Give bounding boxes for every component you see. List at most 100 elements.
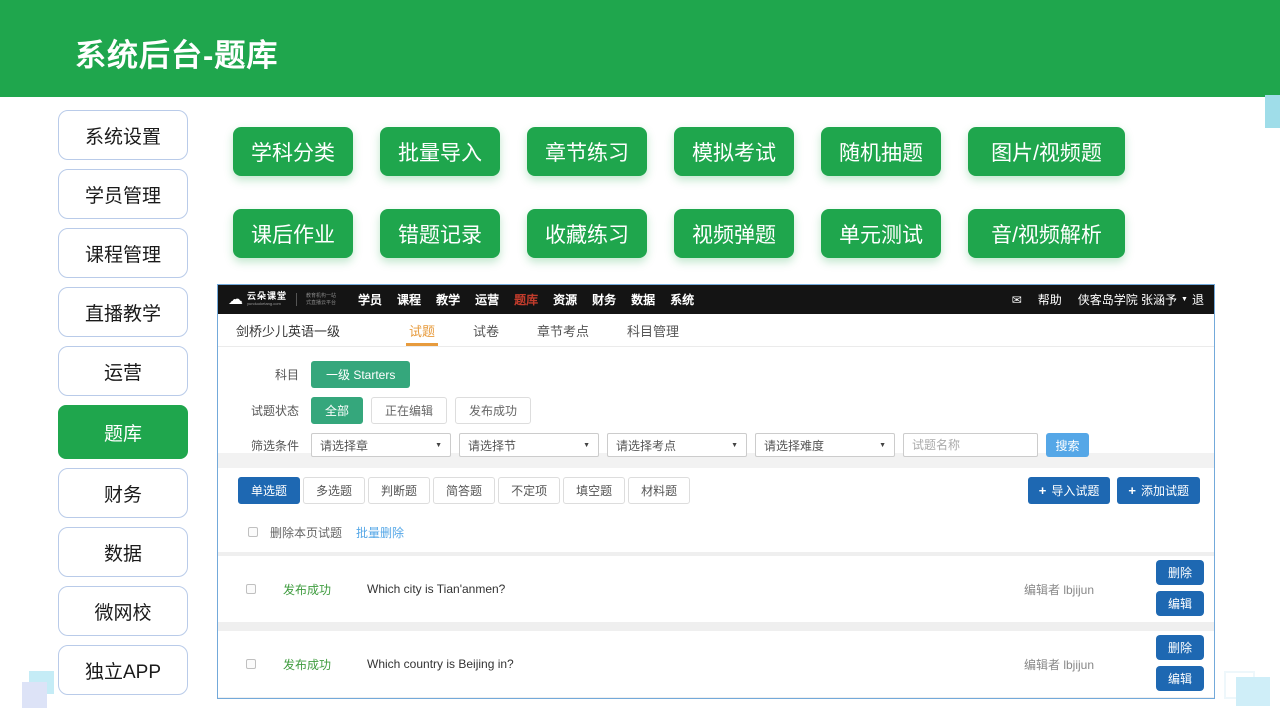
sidebar-item-finance[interactable]: 财务	[58, 468, 188, 518]
section-select[interactable]: 请选择节 ▼	[459, 433, 599, 457]
tab-subject-management[interactable]: 科目管理	[624, 314, 682, 346]
qtype-indefinite[interactable]: 不定项	[498, 477, 560, 504]
feature-audio-video-analysis[interactable]: 音/视频解析	[968, 209, 1125, 258]
status-filter-editing[interactable]: 正在编辑	[371, 397, 447, 424]
feature-image-video-questions[interactable]: 图片/视频题	[968, 127, 1125, 176]
chevron-down-icon: ▼	[1181, 296, 1188, 303]
nav-item-question-bank[interactable]: 题库	[514, 291, 538, 308]
import-questions-button[interactable]: + 导入试题	[1028, 477, 1111, 504]
subject-tag[interactable]: 一级 Starters	[311, 361, 410, 388]
question-row: 发布成功 Which country is Beijing in? 编辑者 lb…	[218, 631, 1214, 697]
nav-item-data[interactable]: 数据	[631, 291, 655, 308]
chapter-select[interactable]: 请选择章 ▼	[311, 433, 451, 457]
feature-homework[interactable]: 课后作业	[233, 209, 353, 258]
decor-square-top-right	[1265, 95, 1280, 128]
status-badge: 发布成功	[283, 581, 341, 598]
admin-nav-items: 学员 课程 教学 运营 题库 资源 财务 数据 系统	[358, 291, 694, 308]
status-filter-published[interactable]: 发布成功	[455, 397, 531, 424]
row-checkbox[interactable]	[246, 659, 256, 669]
nav-item-operations[interactable]: 运营	[475, 291, 499, 308]
plus-icon: +	[1128, 483, 1136, 498]
brand-tagline: 教育机构一站 式直播云平台	[306, 293, 336, 306]
exam-point-select[interactable]: 请选择考点 ▼	[607, 433, 747, 457]
admin-screenshot: ☁ 云朵课堂 yunduoketang.com 教育机构一站 式直播云平台 学员…	[217, 284, 1215, 699]
question-text: Which city is Tian'anmen?	[367, 582, 505, 596]
row-checkbox[interactable]	[246, 584, 256, 594]
sidebar-item-student-management[interactable]: 学员管理	[58, 169, 188, 219]
edit-button[interactable]: 编辑	[1156, 666, 1204, 691]
nav-item-finance[interactable]: 财务	[592, 291, 616, 308]
nav-item-courses[interactable]: 课程	[397, 291, 421, 308]
feature-grid: 学科分类 批量导入 章节练习 模拟考试 随机抽题 图片/视频题 课后作业 错题记…	[233, 127, 1125, 291]
subject-label: 科目	[218, 366, 299, 383]
qtype-single-choice[interactable]: 单选题	[238, 477, 300, 504]
cloud-icon: ☁	[228, 292, 243, 307]
brand-divider	[296, 293, 297, 306]
sidebar-item-live-teaching[interactable]: 直播教学	[58, 287, 188, 337]
sidebar-item-system-settings[interactable]: 系统设置	[58, 110, 188, 160]
brand-url: yunduoketang.com	[247, 302, 287, 306]
feature-batch-import[interactable]: 批量导入	[380, 127, 500, 176]
help-link[interactable]: 帮助	[1038, 291, 1062, 308]
feature-row-2: 课后作业 错题记录 收藏练习 视频弹题 单元测试 音/视频解析	[233, 209, 1125, 258]
chevron-down-icon: ▼	[731, 442, 738, 449]
nav-item-students[interactable]: 学员	[358, 291, 382, 308]
qtype-true-false[interactable]: 判断题	[368, 477, 430, 504]
condition-label: 筛选条件	[218, 437, 299, 454]
course-tabbar: 剑桥少儿英语一级 试题 试卷 章节考点 科目管理	[218, 314, 1214, 347]
edit-button[interactable]: 编辑	[1156, 591, 1204, 616]
status-filter-all[interactable]: 全部	[311, 397, 363, 424]
brand-logo: ☁ 云朵课堂 yunduoketang.com 教育机构一站 式直播云平台	[228, 292, 336, 307]
chevron-down-icon: ▼	[435, 442, 442, 449]
sidebar-item-question-bank[interactable]: 题库	[58, 405, 188, 459]
feature-row-1: 学科分类 批量导入 章节练习 模拟考试 随机抽题 图片/视频题	[233, 127, 1125, 176]
admin-nav-right: ✉ 帮助 侠客岛学院 张涵予 ▼ 退	[1012, 291, 1204, 308]
qtype-multi-choice[interactable]: 多选题	[303, 477, 365, 504]
batch-delete-link[interactable]: 批量删除	[356, 524, 404, 541]
account-menu[interactable]: 侠客岛学院 张涵予 ▼ 退	[1078, 291, 1204, 308]
feature-subject-classification[interactable]: 学科分类	[233, 127, 353, 176]
decor-square-bottom-left-lavender	[22, 682, 47, 708]
qtype-short-answer[interactable]: 简答题	[433, 477, 495, 504]
select-all-checkbox[interactable]	[248, 527, 258, 537]
nav-item-resources[interactable]: 资源	[553, 291, 577, 308]
sidebar-item-micro-school[interactable]: 微网校	[58, 586, 188, 636]
sidebar-item-course-management[interactable]: 课程管理	[58, 228, 188, 278]
filter-panel: 科目 一级 Starters 试题状态 全部 正在编辑 发布成功 筛选条件 请选…	[218, 347, 1214, 453]
sidebar-item-operations[interactable]: 运营	[58, 346, 188, 396]
qtype-material[interactable]: 材料题	[628, 477, 690, 504]
feature-chapter-practice[interactable]: 章节练习	[527, 127, 647, 176]
qtype-fill-blank[interactable]: 填空题	[563, 477, 625, 504]
question-name-input[interactable]	[903, 433, 1038, 457]
feature-random-draw[interactable]: 随机抽题	[821, 127, 941, 176]
tab-chapter-points[interactable]: 章节考点	[534, 314, 592, 346]
nav-item-teaching[interactable]: 教学	[436, 291, 460, 308]
account-name: 侠客岛学院 张涵予	[1078, 291, 1177, 308]
tab-papers[interactable]: 试卷	[470, 314, 502, 346]
feature-wrong-question-record[interactable]: 错题记录	[380, 209, 500, 258]
delete-page-label[interactable]: 删除本页试题	[270, 524, 342, 541]
mail-icon[interactable]: ✉	[1012, 293, 1022, 307]
question-text: Which country is Beijing in?	[367, 657, 514, 671]
chevron-down-icon: ▼	[879, 442, 886, 449]
feature-unit-test[interactable]: 单元测试	[821, 209, 941, 258]
delete-button[interactable]: 删除	[1156, 560, 1204, 585]
sidebar-item-data[interactable]: 数据	[58, 527, 188, 577]
sidebar: 系统设置 学员管理 课程管理 直播教学 运营 题库 财务 数据 微网校 独立AP…	[58, 110, 188, 704]
feature-favorite-practice[interactable]: 收藏练习	[527, 209, 647, 258]
tab-questions[interactable]: 试题	[406, 314, 438, 346]
search-button[interactable]: 搜索	[1046, 433, 1089, 457]
question-type-bar: 单选题 多选题 判断题 简答题 不定项 填空题 材料题 + 导入试题 + 添加试…	[218, 468, 1214, 512]
editor-label: 编辑者 lbjijun	[1004, 656, 1114, 673]
course-name: 剑桥少儿英语一级	[236, 321, 406, 340]
sidebar-item-standalone-app[interactable]: 独立APP	[58, 645, 188, 695]
status-label: 试题状态	[218, 402, 299, 419]
add-question-button[interactable]: + 添加试题	[1117, 477, 1200, 504]
logout-link[interactable]: 退	[1192, 291, 1204, 308]
difficulty-select[interactable]: 请选择难度 ▼	[755, 433, 895, 457]
nav-item-system[interactable]: 系统	[670, 291, 694, 308]
delete-button[interactable]: 删除	[1156, 635, 1204, 660]
feature-mock-exam[interactable]: 模拟考试	[674, 127, 794, 176]
feature-video-popup-questions[interactable]: 视频弹题	[674, 209, 794, 258]
page-title: 系统后台-题库	[75, 30, 278, 75]
